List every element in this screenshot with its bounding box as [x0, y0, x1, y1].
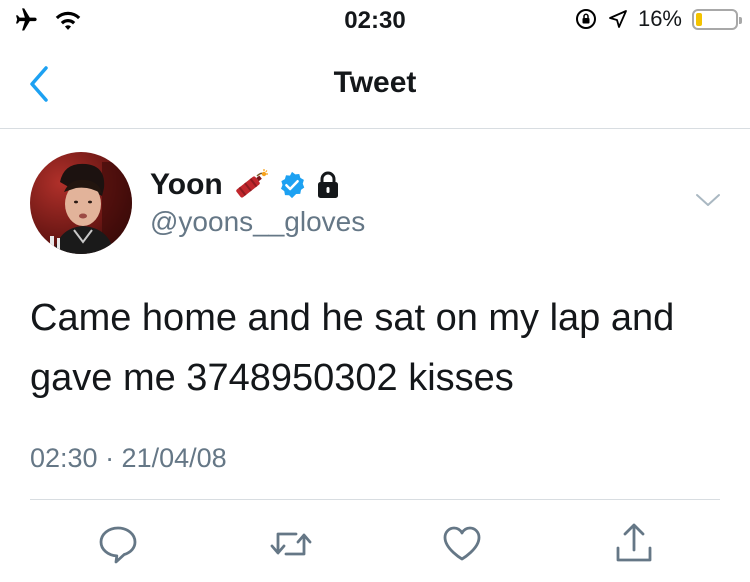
heart-icon [443, 526, 481, 561]
reply-button[interactable] [96, 522, 140, 566]
battery-percentage: 16% [637, 6, 682, 31]
orientation-lock-icon [575, 9, 596, 29]
location-arrow-icon [609, 10, 627, 28]
nav-bar: Tweet [0, 42, 750, 129]
tweet-text: Came home and he sat on my lap and gave … [30, 297, 675, 399]
chevron-down-icon [696, 194, 720, 206]
page-title: Tweet [333, 66, 417, 99]
share-button[interactable] [612, 522, 656, 566]
battery-level-fill [696, 12, 702, 26]
author-handle[interactable]: @yoons__gloves [150, 206, 365, 238]
avatar[interactable] [30, 152, 132, 254]
tweet-action-bar [0, 522, 750, 566]
retweet-button[interactable] [269, 522, 313, 566]
author-display-name[interactable]: Yoon [150, 168, 223, 202]
status-bar: 02:30 16% [0, 0, 750, 42]
lock-icon [317, 171, 338, 198]
author-name-row: Yoon [150, 168, 341, 202]
divider [30, 499, 720, 500]
avatar-image [30, 152, 132, 254]
share-icon [616, 523, 652, 562]
retweet-icon [270, 532, 312, 556]
tweet-timestamp: 02:30 · 21/04/08 [30, 443, 227, 473]
tweet-detail-screen: 02:30 16% Tweet Yoon @yoons__gloves Came… [0, 0, 750, 582]
firecracker-emoji-icon [236, 169, 268, 198]
verified-badge-icon [280, 171, 305, 199]
like-button[interactable] [440, 522, 484, 566]
status-bar-right: 16% [574, 6, 742, 32]
battery-nub [739, 16, 742, 24]
battery-icon [692, 8, 742, 30]
comment-icon [99, 526, 137, 564]
tweet-menu-button[interactable] [694, 190, 722, 210]
